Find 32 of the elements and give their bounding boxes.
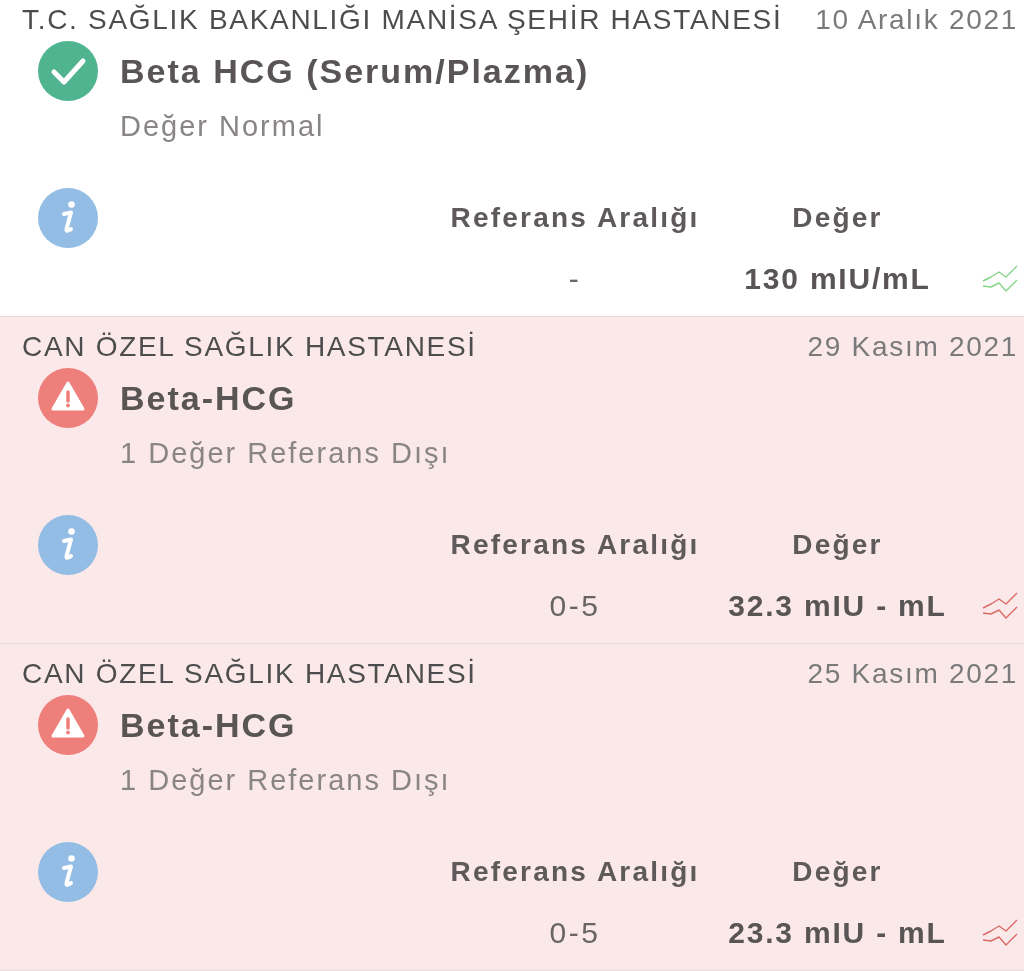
result-date: 25 Kasım 2021 (807, 658, 1018, 690)
result-summary: Değer Normal (120, 109, 325, 144)
column-header: Referans Aralığı (450, 528, 700, 562)
result-date: 29 Kasım 2021 (807, 331, 1018, 363)
result-card[interactable]: CAN ÖZEL SAĞLIK HASTANESİ 29 Kasım 2021 Beta-HCG 1 Değer Referans Dışı Referans Aralığı Değer 0-5 32.3 mIU - mL (0, 317, 1024, 644)
column-header: Değer (792, 201, 883, 235)
reference-range: 0-5 (549, 915, 601, 951)
test-name: Beta-HCG (120, 378, 297, 419)
result-summary: 1 Değer Referans Dışı (120, 763, 451, 798)
column-header: Referans Aralığı (450, 201, 700, 235)
info-icon[interactable] (38, 188, 98, 248)
trend-chart-icon[interactable] (982, 591, 1018, 621)
reference-range: - (568, 261, 582, 297)
result-value: 23.3 mIU - mL (728, 915, 947, 951)
reference-range: 0-5 (549, 588, 601, 624)
result-value: 130 mIU/mL (744, 261, 931, 297)
trend-chart-icon[interactable] (982, 918, 1018, 948)
column-header: Değer (792, 528, 883, 562)
result-card[interactable]: CAN ÖZEL SAĞLIK HASTANESİ 25 Kasım 2021 Beta-HCG 1 Değer Referans Dışı Referans Aralığı Değer 0-5 23.3 mIU - mL (0, 644, 1024, 971)
test-name: Beta-HCG (120, 705, 297, 746)
column-header: Referans Aralığı (450, 855, 700, 889)
trend-chart-icon[interactable] (982, 264, 1018, 294)
hospital-name: CAN ÖZEL SAĞLIK HASTANESİ (22, 331, 477, 363)
result-summary: 1 Değer Referans Dışı (120, 436, 451, 471)
info-icon[interactable] (38, 842, 98, 902)
result-value: 32.3 mIU - mL (728, 588, 947, 624)
column-header: Değer (792, 855, 883, 889)
test-name: Beta HCG (Serum/Plazma) (120, 51, 590, 92)
info-icon[interactable] (38, 515, 98, 575)
result-date: 10 Aralık 2021 (815, 4, 1018, 36)
hospital-name: CAN ÖZEL SAĞLIK HASTANESİ (22, 658, 477, 690)
hospital-name: T.C. SAĞLIK BAKANLIĞI MANİSA ŞEHİR HASTANESİ (22, 4, 783, 36)
